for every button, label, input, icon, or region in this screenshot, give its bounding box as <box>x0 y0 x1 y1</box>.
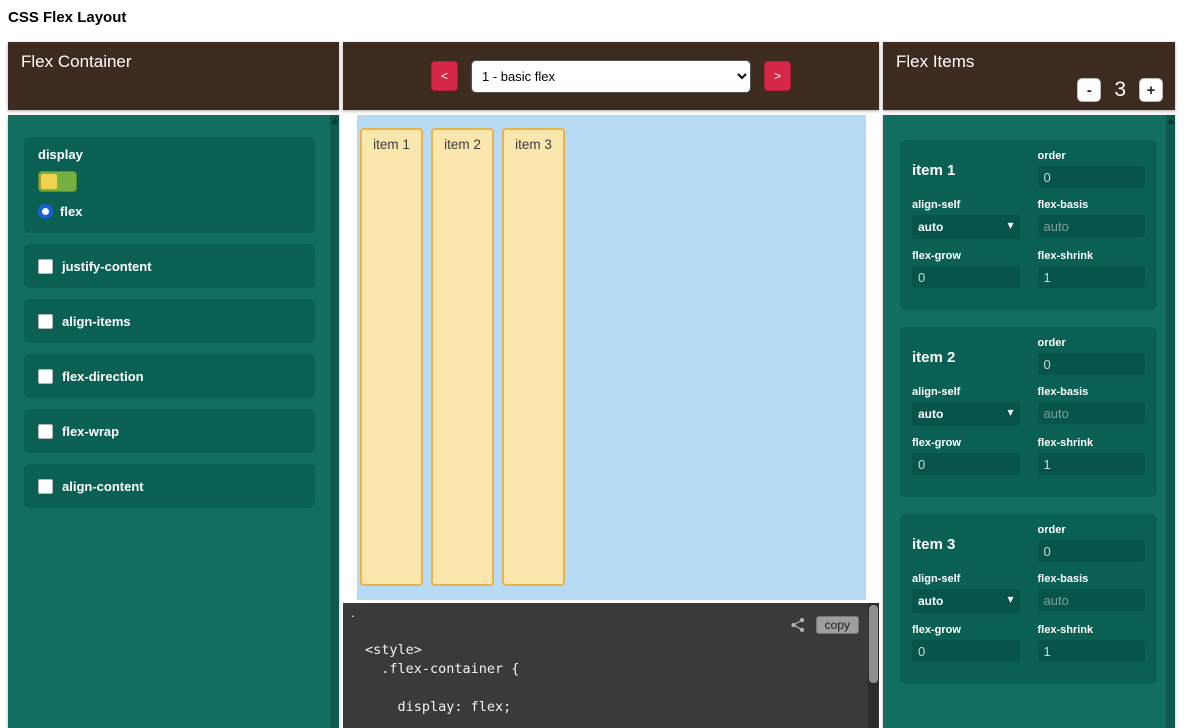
flex-container-title: Flex Container <box>21 52 132 71</box>
toggle-knob-icon <box>40 173 58 190</box>
flex-wrap-label: flex-wrap <box>62 424 119 439</box>
flex-items-header: Flex Items - 3 + <box>883 42 1175 110</box>
stray-dot: . <box>351 605 355 620</box>
flex-shrink-label: flex-shrink <box>1038 437 1146 449</box>
flex-items-panel: item 1 order align-self auto flex-basis … <box>883 115 1175 728</box>
code-scrollbar-thumb[interactable] <box>869 605 878 683</box>
flex-shrink-input[interactable] <box>1038 453 1146 475</box>
flex-container-panel: display flex justify-content align-items… <box>8 115 339 728</box>
align-content-checkbox[interactable] <box>38 479 53 494</box>
scroll-up-arrow-icon <box>331 118 339 124</box>
copy-button[interactable]: copy <box>816 616 859 634</box>
flex-basis-label: flex-basis <box>1038 573 1146 585</box>
justify-content-row[interactable]: justify-content <box>24 244 315 288</box>
align-items-row[interactable]: align-items <box>24 299 315 343</box>
flex-container-header: Flex Container <box>8 42 339 110</box>
item-card: item 1 order align-self auto flex-basis … <box>900 140 1157 310</box>
item-card-title: item 2 <box>912 349 1020 366</box>
order-label: order <box>1038 337 1146 349</box>
item-card: item 3 order align-self auto flex-basis … <box>900 514 1157 684</box>
align-self-select[interactable]: auto <box>912 402 1020 426</box>
flex-shrink-label: flex-shrink <box>1038 250 1146 262</box>
flex-shrink-label: flex-shrink <box>1038 624 1146 636</box>
flex-direction-row[interactable]: flex-direction <box>24 354 315 398</box>
order-input[interactable] <box>1038 540 1146 562</box>
justify-content-checkbox[interactable] <box>38 259 53 274</box>
flex-wrap-checkbox[interactable] <box>38 424 53 439</box>
flex-item: item 1 <box>360 128 423 586</box>
flex-item: item 3 <box>502 128 565 586</box>
flex-grow-input[interactable] <box>912 640 1020 662</box>
flex-basis-label: flex-basis <box>1038 386 1146 398</box>
code-scrollbar[interactable] <box>868 603 879 728</box>
item-card: item 2 order align-self auto flex-basis … <box>900 327 1157 497</box>
scroll-up-arrow-icon <box>1167 118 1175 124</box>
flex-wrap-row[interactable]: flex-wrap <box>24 409 315 453</box>
example-nav-header: < 1 - basic flex > <box>343 42 879 110</box>
align-self-label: align-self <box>912 199 1020 211</box>
left-panel-scrollbar[interactable] <box>330 115 339 728</box>
flex-preview-container: item 1 item 2 item 3 <box>357 115 866 600</box>
align-self-select-wrap: auto <box>912 402 1020 426</box>
example-select[interactable]: 1 - basic flex <box>471 60 751 93</box>
item-card-title: item 3 <box>912 536 1020 553</box>
flex-basis-input[interactable] <box>1038 215 1146 237</box>
item-count-controls: - 3 + <box>1077 78 1163 102</box>
justify-content-label: justify-content <box>62 259 152 274</box>
item-count: 3 <box>1114 78 1126 102</box>
display-toggle[interactable] <box>38 171 77 192</box>
flex-grow-input[interactable] <box>912 453 1020 475</box>
flex-basis-label: flex-basis <box>1038 199 1146 211</box>
right-panel-scrollbar[interactable] <box>1166 115 1175 728</box>
item-card-title: item 1 <box>912 162 1020 179</box>
flex-radio[interactable] <box>38 204 53 219</box>
order-input[interactable] <box>1038 353 1146 375</box>
flex-direction-label: flex-direction <box>62 369 144 384</box>
align-self-label: align-self <box>912 573 1020 585</box>
align-self-select[interactable]: auto <box>912 589 1020 613</box>
flex-direction-checkbox[interactable] <box>38 369 53 384</box>
code-toolbar: copy <box>790 616 859 634</box>
flex-grow-label: flex-grow <box>912 437 1020 449</box>
flex-basis-input[interactable] <box>1038 589 1146 611</box>
order-label: order <box>1038 150 1146 162</box>
align-content-label: align-content <box>62 479 144 494</box>
flex-items-title: Flex Items <box>896 52 974 71</box>
flex-shrink-input[interactable] <box>1038 266 1146 288</box>
flex-grow-input[interactable] <box>912 266 1020 288</box>
display-flex-option[interactable]: flex <box>38 204 301 219</box>
align-self-label: align-self <box>912 386 1020 398</box>
next-example-button[interactable]: > <box>764 61 791 91</box>
align-items-checkbox[interactable] <box>38 314 53 329</box>
flex-shrink-input[interactable] <box>1038 640 1146 662</box>
order-input[interactable] <box>1038 166 1146 188</box>
flex-basis-input[interactable] <box>1038 402 1146 424</box>
align-self-select[interactable]: auto <box>912 215 1020 239</box>
share-icon[interactable] <box>790 617 806 633</box>
display-control-group: display flex <box>24 137 315 233</box>
flex-radio-label: flex <box>60 204 82 219</box>
remove-item-button[interactable]: - <box>1077 78 1101 102</box>
order-label: order <box>1038 524 1146 536</box>
code-text: <style> .flex-container { display: flex; <box>365 641 519 717</box>
add-item-button[interactable]: + <box>1139 78 1163 102</box>
code-panel: . copy <style> .flex-container { display… <box>343 603 879 728</box>
align-self-select-wrap: auto <box>912 589 1020 613</box>
flex-grow-label: flex-grow <box>912 250 1020 262</box>
display-label: display <box>38 147 301 162</box>
page-title: CSS Flex Layout <box>8 9 126 26</box>
prev-example-button[interactable]: < <box>431 61 458 91</box>
align-content-row[interactable]: align-content <box>24 464 315 508</box>
flex-item: item 2 <box>431 128 494 586</box>
align-self-select-wrap: auto <box>912 215 1020 239</box>
flex-grow-label: flex-grow <box>912 624 1020 636</box>
align-items-label: align-items <box>62 314 131 329</box>
